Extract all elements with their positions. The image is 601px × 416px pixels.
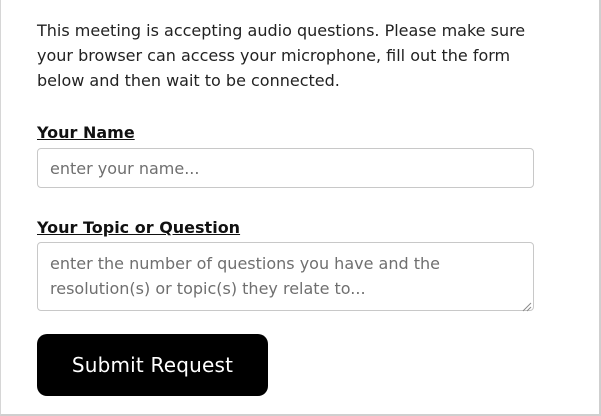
audio-question-panel: This meeting is accepting audio question… bbox=[0, 0, 601, 416]
your-topic-label: Your Topic or Question bbox=[37, 218, 241, 237]
topic-question-textarea[interactable] bbox=[37, 242, 534, 311]
your-name-label: Your Name bbox=[37, 123, 135, 142]
intro-instructions: This meeting is accepting audio question… bbox=[37, 21, 526, 90]
submit-request-button[interactable]: Submit Request bbox=[37, 334, 268, 396]
textarea-resize-grip-icon[interactable] bbox=[520, 297, 532, 312]
your-name-input[interactable] bbox=[37, 148, 534, 188]
